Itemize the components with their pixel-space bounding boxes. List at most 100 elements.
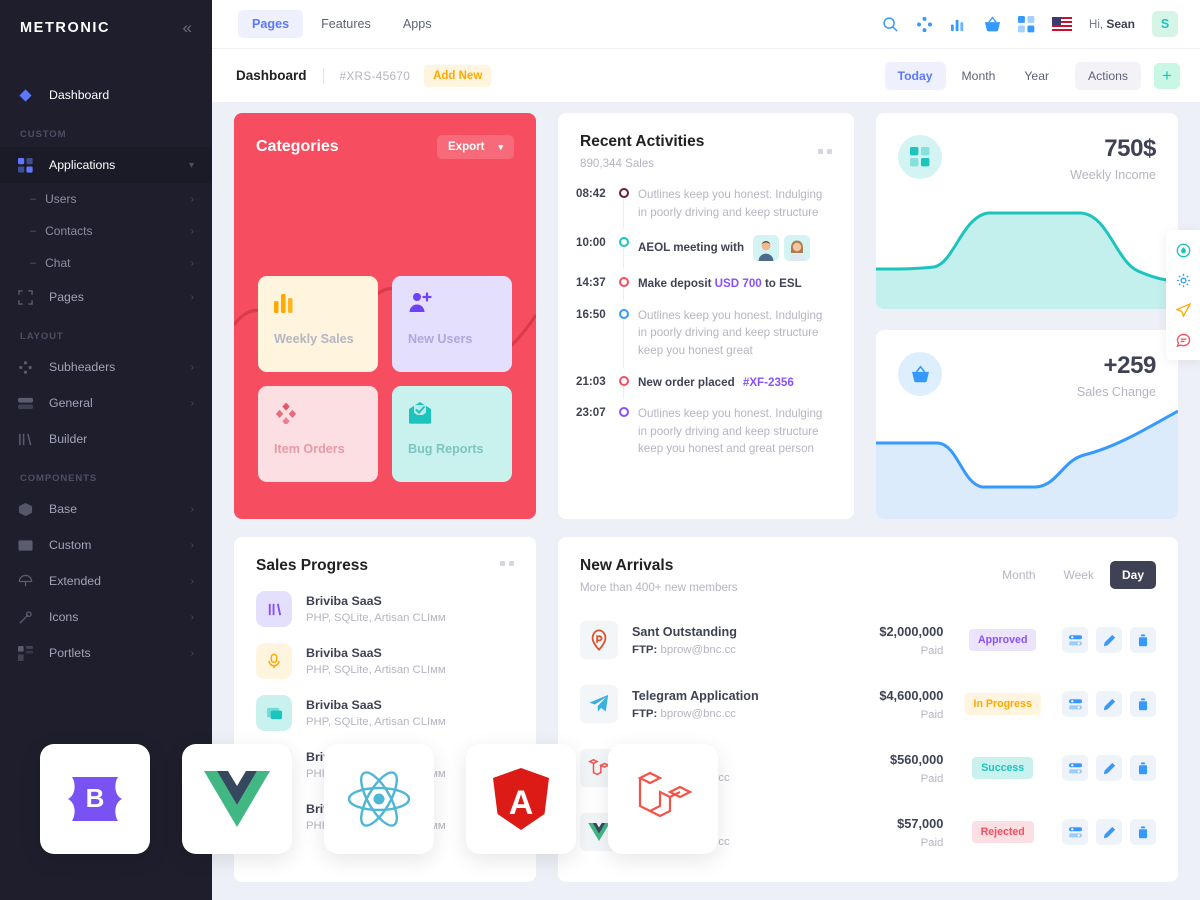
export-label: Export (448, 141, 485, 153)
plus-icon[interactable]: + (1154, 62, 1180, 89)
range-today[interactable]: Today (884, 61, 946, 90)
settings-toggle-icon[interactable] (1062, 691, 1089, 717)
settings-toggle-icon[interactable] (1062, 755, 1089, 781)
tile-bug-reports[interactable]: Bug Reports (392, 386, 512, 482)
settings-toggle-icon[interactable] (1062, 819, 1089, 845)
timeline-text-wrap: AEOL meeting with (636, 235, 834, 262)
chart-bar-icon[interactable] (950, 16, 967, 33)
item-desc: PHP, SQLite, Artisan CLIмм (306, 664, 446, 676)
tile-new-users[interactable]: New Users (392, 276, 512, 372)
settings-toggle-icon[interactable] (1062, 627, 1089, 653)
dots-icon[interactable] (818, 149, 832, 154)
sidebar-item-pages[interactable]: Pages › (0, 279, 212, 315)
sidebar-item-base[interactable]: Base › (0, 491, 212, 527)
sidebar-item-chat[interactable]: – Chat › (0, 247, 212, 279)
dots-icon[interactable] (500, 561, 514, 566)
search-icon[interactable] (882, 16, 899, 33)
bootstrap-logo[interactable]: B (40, 744, 150, 854)
sidebar-item-general[interactable]: General › (0, 385, 212, 421)
timeline-time: 14:37 (576, 276, 606, 290)
progress-title: Sales Progress (256, 557, 369, 574)
tab-apps[interactable]: Apps (389, 10, 446, 38)
tile-item-orders[interactable]: Item Orders (258, 386, 378, 482)
edit-pencil-icon[interactable] (1096, 691, 1123, 717)
avatar-woman (784, 235, 811, 262)
sidebar-item-custom[interactable]: Custom › (0, 527, 212, 563)
timeline-time: 10:00 (576, 236, 606, 250)
sidebar-item-label: Extended (49, 574, 101, 588)
grid-apps-icon[interactable] (1018, 15, 1035, 33)
progress-header: Sales Progress (234, 537, 536, 575)
chevron-right-icon: › (190, 257, 194, 269)
sidebar-item-subheaders[interactable]: Subheaders › (0, 349, 212, 385)
timeline-text: Outlines keep you honest. Indulging in p… (638, 407, 823, 456)
sidebar-item-label: Base (49, 502, 78, 516)
sales-values: +259 Sales Change (1077, 352, 1157, 399)
dash-icon: – (30, 257, 37, 269)
flag-us-icon[interactable] (1052, 17, 1073, 31)
sidebar-section-layout: LAYOUT (20, 331, 64, 342)
user-name: Sean (1106, 17, 1135, 31)
activities-subtitle: 890,344 Sales (580, 157, 655, 170)
angular-logo[interactable]: A (466, 744, 576, 854)
ftp-label: FTP: (632, 643, 658, 656)
tab-pages[interactable]: Pages (238, 10, 304, 38)
avatar[interactable]: S (1152, 11, 1178, 37)
drop-icon[interactable] (1166, 235, 1200, 265)
list-item[interactable]: Briviba SaaS PHP, SQLite, Artisan CLIмм (256, 695, 514, 731)
sidebar-item-users[interactable]: – Users › (0, 183, 212, 215)
tile-label: Item Orders (274, 442, 345, 456)
double-chevron-left-icon[interactable]: « (183, 19, 192, 36)
edit-pencil-icon[interactable] (1096, 819, 1123, 845)
timeline-highlight: #XF-2356 (742, 375, 794, 389)
delete-trash-icon[interactable] (1130, 627, 1157, 653)
brand-header: METRONIC « (0, 0, 212, 55)
mic-icon (256, 643, 292, 679)
sidebar-item-label: Applications (49, 158, 116, 172)
row-amount-col: $560,000 Paid (825, 751, 944, 785)
scatter-icon[interactable] (916, 16, 933, 33)
sidebar-item-portlets[interactable]: Portlets › (0, 635, 212, 671)
tab-week[interactable]: Week (1052, 561, 1106, 589)
sidebar-item-dashboard[interactable]: Dashboard (0, 77, 212, 113)
react-logo[interactable] (324, 744, 434, 854)
delete-trash-icon[interactable] (1130, 691, 1157, 717)
range-month[interactable]: Month (949, 62, 1009, 90)
row-amount: $560,000 (890, 751, 944, 767)
svg-text:A: A (509, 784, 534, 822)
sidebar-item-builder[interactable]: Builder (0, 421, 212, 457)
sales-change-card: +259 Sales Change (876, 330, 1178, 519)
list-item[interactable]: Briviba SaaS PHP, SQLite, Artisan CLIмм (256, 643, 514, 679)
topbar-actions: Hi, Sean S (882, 11, 1200, 37)
laravel-logo[interactable] (608, 744, 718, 854)
sales-sparkline (876, 409, 1178, 519)
send-icon[interactable] (1166, 295, 1200, 325)
row-name: Sant Outstanding (632, 624, 737, 639)
sidebar-item-contacts[interactable]: – Contacts › (0, 215, 212, 247)
export-button[interactable]: Export ▾ (437, 135, 514, 159)
add-new-badge[interactable]: Add New (424, 64, 492, 87)
tab-day[interactable]: Day (1109, 561, 1156, 589)
actions-button[interactable]: Actions (1075, 61, 1141, 90)
basket-icon[interactable] (984, 15, 1001, 33)
sidebar-item-extended[interactable]: Extended › (0, 563, 212, 599)
range-year[interactable]: Year (1011, 62, 1062, 90)
tab-features[interactable]: Features (307, 10, 385, 38)
edit-pencil-icon[interactable] (1096, 755, 1123, 781)
delete-trash-icon[interactable] (1130, 819, 1157, 845)
tile-weekly-sales[interactable]: Weekly Sales (258, 276, 378, 372)
chevron-down-icon: ▾ (188, 159, 194, 171)
row-status-col: Success (943, 757, 1062, 779)
user-greeting: Hi, Sean (1089, 17, 1135, 31)
list-item[interactable]: Briviba SaaS PHP, SQLite, Artisan CLIмм (256, 591, 514, 627)
gear-icon[interactable] (1166, 265, 1200, 295)
greeting-prefix: Hi, (1089, 19, 1104, 31)
edit-pencil-icon[interactable] (1096, 627, 1123, 653)
vue-logo[interactable] (182, 744, 292, 854)
sidebar-item-icons[interactable]: Icons › (0, 599, 212, 635)
delete-trash-icon[interactable] (1130, 755, 1157, 781)
sidebar-item-applications[interactable]: Applications ▾ (0, 147, 212, 183)
income-label: Weekly Income (1070, 168, 1156, 182)
tab-month[interactable]: Month (990, 561, 1047, 589)
subheader-actions: Today Month Year Actions + (884, 61, 1200, 90)
